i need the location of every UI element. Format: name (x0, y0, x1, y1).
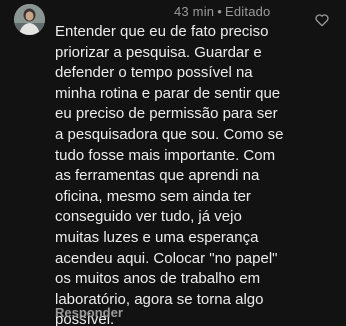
comment-line: oficina, mesmo sem ainda ter (55, 187, 251, 205)
comment: 43 min • Editado Entender que eu de fato p… (0, 0, 346, 326)
edited-label: Editado (225, 4, 271, 19)
comment-line: tudo fosse mais importante. Com (55, 146, 276, 164)
comment-line: minha rotina e parar de sentir que (55, 84, 281, 102)
comment-meta: 43 min • Editado (174, 4, 271, 19)
avatar[interactable] (14, 4, 45, 35)
comment-line: defender o tempo possível na (55, 64, 253, 82)
comment-line: a pesquisadora que sou. Como se (55, 125, 284, 143)
comment-line: eu preciso de permissão para ser (55, 105, 278, 123)
comment-line: Entender que eu de fato preciso (55, 23, 269, 40)
comment-line: os muitos anos de trabalho em (55, 270, 261, 288)
meta-separator: • (217, 4, 222, 19)
comment-text: Entender que eu de fato preciso prioriza… (55, 22, 340, 326)
comment-line: conseguido ver tudo, já vejo (55, 208, 242, 226)
reply-button[interactable]: Responder (55, 305, 123, 320)
comment-line: acendeu aqui. Colocar "no papel" (55, 249, 278, 267)
comment-line: priorizar a pesquisa. Guardar e (55, 43, 262, 61)
timestamp: 43 min (174, 4, 215, 19)
comment-line: muitas luzes e uma esperança (55, 228, 259, 246)
comment-line: as ferramentas que aprendi na (55, 167, 260, 185)
